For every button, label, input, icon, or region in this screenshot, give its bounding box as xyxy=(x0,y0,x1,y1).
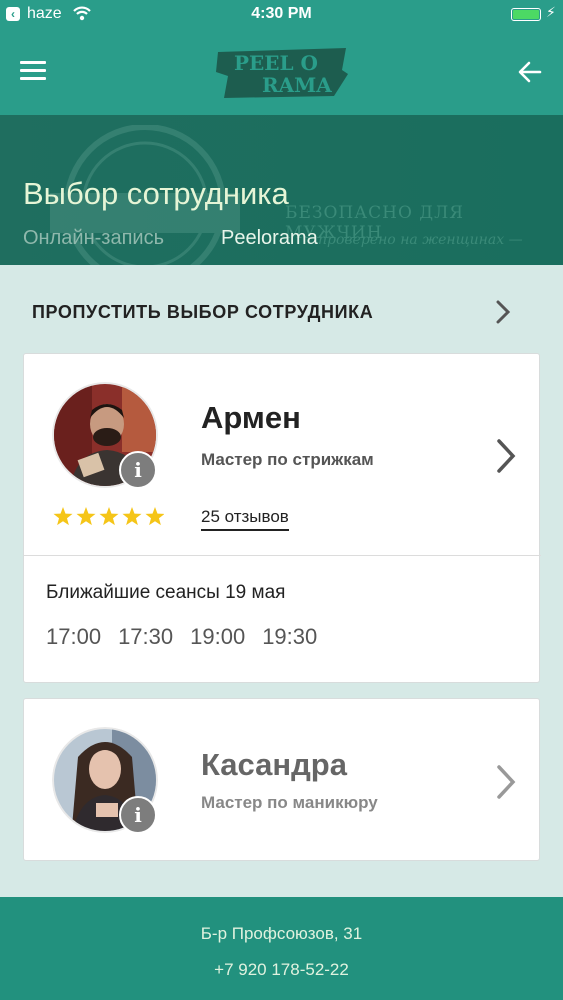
star-icon xyxy=(76,507,96,526)
rating-stars xyxy=(53,507,164,526)
chevron-right-icon xyxy=(496,300,511,324)
page-title: Выбор сотрудника xyxy=(23,176,289,211)
footer: Б-р Профсоюзов, 31 +7 920 178-52-22 xyxy=(0,897,563,1000)
breadcrumb-online-booking[interactable]: Онлайн-запись xyxy=(23,227,164,250)
employee-role: Мастер по маникюру xyxy=(201,793,378,812)
hamburger-menu-icon[interactable] xyxy=(20,61,46,81)
arrow-left-icon[interactable] xyxy=(516,58,544,86)
employee-card-kasandra[interactable]: i Касандра Мастер по маникюру xyxy=(23,698,540,861)
salon-phone[interactable]: +7 920 178-52-22 xyxy=(0,960,563,980)
time-slot[interactable]: 19:30 xyxy=(262,624,317,650)
divider xyxy=(24,555,541,556)
slogan-line2: проверено на женщинах — xyxy=(318,232,523,248)
info-icon[interactable]: i xyxy=(119,796,157,834)
battery-icon xyxy=(511,8,541,21)
skip-employee-selection-button[interactable]: ПРОПУСТИТЬ ВЫБОР СОТРУДНИКА xyxy=(0,287,563,337)
employee-name: Касандра xyxy=(201,747,347,782)
status-bar: ‹ haze 4:30 PM ⚡ xyxy=(0,0,563,28)
time-slot[interactable]: 19:00 xyxy=(190,624,245,650)
reviews-link[interactable]: 25 отзывов xyxy=(201,507,289,531)
peelorama-logo[interactable]: PEEL O RAMA xyxy=(214,46,350,100)
skip-label: ПРОПУСТИТЬ ВЫБОР СОТРУДНИКА xyxy=(32,302,374,322)
chevron-right-icon xyxy=(497,439,516,473)
time-slot[interactable]: 17:00 xyxy=(46,624,101,650)
employee-name: Армен xyxy=(201,400,301,435)
nearest-sessions-title: Ближайшие сеансы 19 мая xyxy=(46,582,286,603)
session-slots: 17:00 17:30 19:00 19:30 xyxy=(46,624,317,650)
employee-role: Мастер по стрижкам xyxy=(201,450,374,469)
breadcrumb-salon[interactable]: Peelorama xyxy=(221,227,318,250)
info-icon[interactable]: i xyxy=(119,451,157,489)
star-icon xyxy=(145,507,164,526)
logo-text-line1: PEEL O xyxy=(234,51,318,75)
time-slot[interactable]: 17:30 xyxy=(118,624,173,650)
salon-address: Б-р Профсоюзов, 31 xyxy=(200,924,363,943)
star-icon xyxy=(99,507,119,526)
logo-text-line2: RAMA xyxy=(262,73,332,97)
charging-icon: ⚡ xyxy=(546,4,556,20)
chevron-right-icon xyxy=(497,765,516,799)
employee-card-armen[interactable]: i Армен Мастер по стрижкам 25 отзывов Бл… xyxy=(23,353,541,683)
status-time: 4:30 PM xyxy=(251,5,312,22)
star-icon xyxy=(53,507,73,526)
nav-bar: PEEL O RAMA xyxy=(0,28,563,115)
star-icon xyxy=(122,507,142,526)
hero-banner: БЕЗОПАСНО ДЛЯ МУЖЧИН проверено на женщин… xyxy=(0,115,563,265)
